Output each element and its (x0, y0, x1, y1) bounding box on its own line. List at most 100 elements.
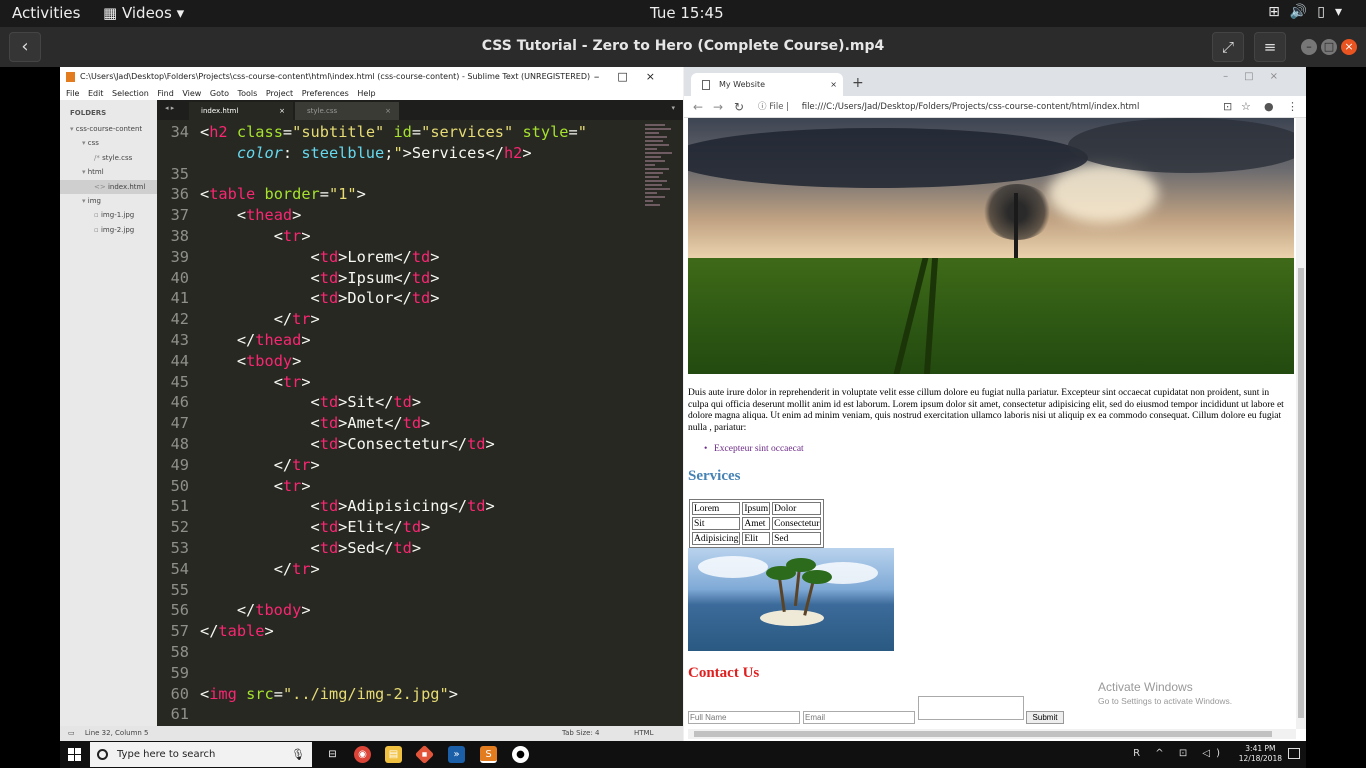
code-line[interactable]: <td>Ipsum</td> (200, 269, 440, 287)
chrome-window-controls[interactable]: –□× (1223, 71, 1294, 82)
line-number: 55 (170, 580, 189, 599)
menu-help[interactable]: Help (357, 87, 375, 100)
tab-close-icon[interactable]: × (279, 102, 285, 120)
tab-nav-arrows-icon[interactable]: ◂ ▸ (165, 104, 174, 112)
code-area[interactable]: 34 <h2 class="subtitle" id="services" sty… (157, 120, 637, 726)
sublime-taskbar-icon[interactable]: S (480, 746, 497, 763)
code-line[interactable]: <tr> (200, 477, 311, 495)
submit-button[interactable]: Submit (1026, 711, 1064, 724)
notification-icon[interactable] (1288, 748, 1300, 759)
email-field[interactable]: Email (803, 711, 915, 724)
new-tab-button[interactable]: + (852, 75, 864, 91)
sidebar-tree-item[interactable]: ▾ css-course-content (60, 122, 157, 136)
code-line[interactable]: <tbody> (200, 352, 302, 370)
sidebar-tree-item[interactable]: /* style.css (60, 151, 157, 165)
system-tray[interactable]: ⊞🔊▯▾ (1268, 4, 1352, 20)
code-line[interactable]: <img src="../img/img-2.jpg"> (200, 685, 458, 703)
sidebar-tree-item[interactable]: ▾ html (60, 165, 157, 179)
code-line[interactable]: <tr> (200, 373, 311, 391)
task-view-icon[interactable]: ⊟ (324, 746, 341, 763)
menu-project[interactable]: Project (266, 87, 293, 100)
menu-edit[interactable]: Edit (88, 87, 104, 100)
address-bar[interactable]: ⓘ File | file:///C:/Users/Jad/Desktop/Fo… (758, 99, 1218, 115)
obs-icon[interactable]: ● (512, 746, 529, 763)
close-button[interactable]: × (1341, 39, 1357, 55)
back-arrow-icon[interactable]: ← (693, 100, 703, 114)
code-line[interactable]: </tr> (200, 310, 320, 328)
file-explorer-icon[interactable]: ▤ (385, 746, 402, 763)
close-tab-icon[interactable]: × (830, 73, 837, 96)
system-tray-icons[interactable]: R ^ ⊡ ◁) (1133, 748, 1226, 759)
sidebar-tree-item[interactable]: <> index.html (60, 179, 157, 194)
git-icon[interactable]: ◆ (414, 744, 435, 765)
tab-dropdown-icon[interactable]: ▾ (671, 104, 675, 112)
info-icon[interactable]: ⓘ File | (758, 102, 789, 112)
video-frame[interactable]: C:\Users\Jad\Desktop\Folders\Projects\cs… (60, 67, 1306, 741)
code-line[interactable]: <h2 class="subtitle" id="services" style… (200, 123, 587, 141)
fullscreen-button[interactable]: ⤢ (1212, 32, 1244, 62)
sidebar-tree-item[interactable]: ▾ css (60, 136, 157, 150)
vertical-scrollbar[interactable] (1296, 118, 1306, 729)
reload-icon[interactable]: ↻ (734, 100, 744, 114)
code-line[interactable]: <td>Sit</td> (200, 393, 422, 411)
menu-tools[interactable]: Tools (238, 87, 258, 100)
code-line[interactable]: <tr> (200, 227, 311, 245)
taskbar-clock[interactable]: 3:41 PM 12/18/2018 (1239, 744, 1282, 764)
full-name-field[interactable]: Full Name (688, 711, 800, 724)
sidebar-tree-item[interactable]: ▾ img (60, 194, 157, 208)
powershell-icon[interactable]: » (448, 746, 465, 763)
sidebar-tree-item[interactable]: ▫ img-1.jpg (60, 208, 157, 222)
code-line[interactable]: </table> (200, 622, 274, 640)
menu-view[interactable]: View (182, 87, 201, 100)
code-line[interactable]: <td>Sed</td> (200, 539, 422, 557)
code-line[interactable]: <td>Adipisicing</td> (200, 497, 495, 515)
sublime-window-controls[interactable]: –□× (594, 67, 673, 87)
clock[interactable]: Tue 15:45 (650, 4, 724, 22)
microphone-icon[interactable]: 🎙 (291, 742, 305, 767)
tab-index-html[interactable]: index.html × (189, 102, 293, 120)
menu-preferences[interactable]: Preferences (302, 87, 349, 100)
syntax-mode[interactable]: HTML (634, 726, 653, 741)
message-textarea[interactable] (918, 696, 1024, 720)
line-number: 48 (170, 435, 189, 453)
minimap[interactable] (645, 122, 675, 232)
code-line[interactable]: </tr> (200, 560, 320, 578)
menu-selection[interactable]: Selection (112, 87, 149, 100)
menu-file[interactable]: File (66, 87, 79, 100)
menu-find[interactable]: Find (157, 87, 173, 100)
panel-toggle-icon[interactable]: ▭ (68, 729, 75, 737)
app-menu[interactable]: ▦ Videos ▾ (103, 4, 184, 22)
code-line[interactable]: </thead> (200, 331, 311, 349)
windows-start-icon[interactable] (68, 748, 81, 761)
code-line[interactable]: </tr> (200, 456, 320, 474)
menu-button[interactable]: ≡ (1254, 32, 1286, 62)
tab-size[interactable]: Tab Size: 4 (562, 726, 599, 741)
code-line[interactable]: <td>Consectetur</td> (200, 435, 495, 453)
activities-button[interactable]: Activities (12, 4, 80, 22)
code-line[interactable]: <thead> (200, 206, 302, 224)
code-line[interactable]: <td>Dolor</td> (200, 289, 440, 307)
code-line[interactable]: <td>Lorem</td> (200, 248, 440, 266)
tab-close-icon[interactable]: × (385, 102, 391, 120)
minimize-button[interactable]: – (1301, 39, 1317, 55)
chrome-taskbar-icon[interactable]: ◉ (354, 746, 371, 763)
kebab-menu-icon[interactable]: ⋮ (1287, 100, 1298, 113)
tab-label: style.css (307, 107, 338, 115)
forward-arrow-icon[interactable]: → (713, 100, 723, 114)
tab-style-css[interactable]: style.css × (295, 102, 399, 120)
chrome-tab-my-website[interactable]: My Website × (691, 73, 843, 96)
services-table: Lorem Ipsum Dolor Sit Amet Consectetur A… (689, 499, 825, 548)
translate-icon[interactable]: ⊡ (1223, 100, 1232, 113)
maximize-button[interactable]: □ (1321, 39, 1337, 55)
code-line[interactable]: <table border="1"> (200, 185, 366, 203)
profile-icon[interactable]: ● (1264, 100, 1274, 113)
code-line[interactable]: </tbody> (200, 601, 311, 619)
taskbar-search-box[interactable]: Type here to search 🎙 (90, 742, 312, 767)
code-line[interactable]: <td>Amet</td> (200, 414, 431, 432)
menu-goto[interactable]: Goto (210, 87, 229, 100)
horizontal-scrollbar[interactable] (688, 729, 1296, 739)
bookmark-star-icon[interactable]: ☆ (1241, 100, 1251, 113)
code-line[interactable]: <td>Elit</td> (200, 518, 431, 536)
sidebar-tree-item[interactable]: ▫ img-2.jpg (60, 223, 157, 237)
code-line[interactable]: color: steelblue;">Services</h2> (200, 144, 532, 162)
